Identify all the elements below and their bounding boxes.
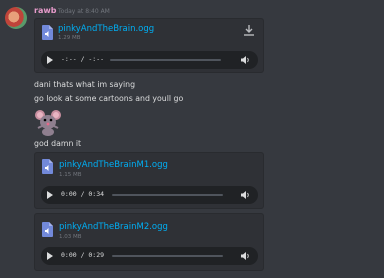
volume-icon[interactable] — [240, 251, 250, 261]
play-button[interactable] — [47, 56, 53, 64]
audio-attachment: pinkyAndTheBrainM2.ogg 1.03 MB 0:00 / 0:… — [34, 213, 264, 271]
download-icon[interactable] — [243, 24, 255, 37]
file-size: 1.29 MB — [58, 35, 81, 41]
volume-icon[interactable] — [240, 55, 250, 65]
message-timestamp: Today at 8:40 AM — [58, 7, 110, 15]
audio-file-icon — [42, 159, 53, 174]
play-button[interactable] — [47, 191, 53, 199]
file-name-link[interactable]: pinkyAndTheBrainM2.ogg — [59, 222, 168, 232]
seek-bar[interactable] — [110, 59, 221, 61]
user-avatar[interactable] — [5, 7, 27, 29]
file-size: 1.03 MB — [59, 234, 82, 240]
playback-time: 0:00 / 0:34 — [61, 190, 105, 198]
message-text: go look at some cartoons and youll go — [34, 94, 184, 103]
file-name-link[interactable]: pinkyAndTheBrain.ogg — [58, 24, 154, 34]
username[interactable]: rawb — [34, 6, 56, 15]
audio-file-icon — [42, 222, 53, 237]
message-text: dani thats what im saying — [34, 80, 136, 89]
playback-time: -:-- / -:-- — [61, 55, 105, 63]
volume-icon[interactable] — [240, 190, 250, 200]
playback-time: 0:00 / 0:29 — [61, 251, 105, 259]
audio-player: 0:00 / 0:34 — [41, 186, 258, 204]
file-name-link[interactable]: pinkyAndTheBrainM1.ogg — [59, 160, 168, 170]
play-button[interactable] — [47, 252, 53, 260]
audio-player: -:-- / -:-- — [41, 51, 258, 69]
audio-attachment: pinkyAndTheBrain.ogg 1.29 MB -:-- / -:-- — [34, 18, 264, 73]
seek-bar[interactable] — [112, 255, 223, 257]
audio-attachment: pinkyAndTheBrainM1.ogg 1.15 MB 0:00 / 0:… — [34, 152, 264, 209]
audio-file-icon — [42, 25, 53, 40]
audio-player: 0:00 / 0:29 — [41, 247, 258, 265]
pinky-mouse-emoji[interactable] — [34, 108, 62, 136]
message-text: god damn it — [34, 139, 82, 148]
seek-bar[interactable] — [112, 194, 223, 196]
file-size: 1.15 MB — [59, 172, 82, 178]
